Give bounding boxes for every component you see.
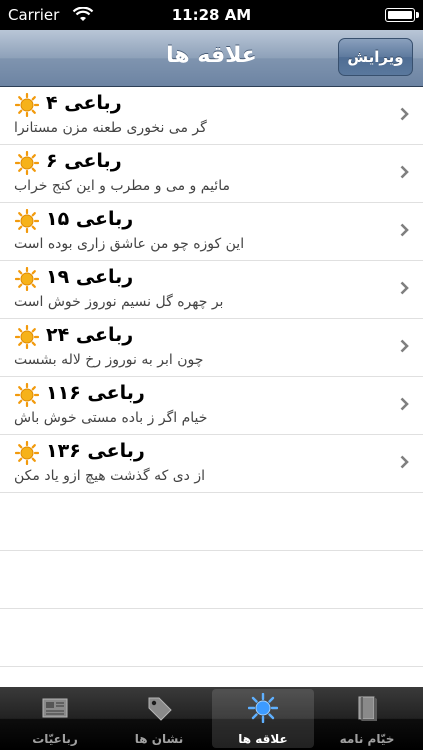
tab-label: خیّام نامه — [339, 732, 395, 746]
nav-bar: علاقه ها ویرایش — [0, 30, 423, 87]
row-subtitle: چون ابر به نوروز رخ لاله بشست — [14, 352, 204, 368]
row-title: رباعی ۲۴ — [46, 324, 134, 346]
edit-button[interactable]: ویرایش — [338, 38, 413, 76]
chevron-right-icon — [400, 107, 409, 121]
list-item[interactable]: رباعی ۴ گر می نخوری طعنه مزن مستانرا — [0, 87, 423, 145]
sun-icon — [15, 209, 39, 233]
battery-icon — [385, 8, 419, 22]
chevron-right-icon — [400, 455, 409, 469]
status-bar: Carrier 11:28 AM — [0, 0, 423, 30]
list-item[interactable]: رباعی ۱۹ بر چهره گل نسیم نوروز خوش است — [0, 261, 423, 319]
list-item[interactable]: رباعی ۱۱۶ خیام اگر ز باده مستی خوش باش — [0, 377, 423, 435]
row-subtitle: بر چهره گل نسیم نوروز خوش است — [14, 294, 224, 310]
sun-icon — [15, 441, 39, 465]
newspaper-icon — [42, 698, 68, 718]
tab-favorites[interactable]: علاقه ها — [212, 689, 314, 748]
list-item[interactable]: رباعی ۱۵ این کوزه چو من عاشق زاری بوده ا… — [0, 203, 423, 261]
tab-khayyam-nameh[interactable]: خیّام نامه — [316, 689, 418, 748]
favorites-list: رباعی ۴ گر می نخوری طعنه مزن مستانرا ربا… — [0, 87, 423, 687]
tab-bar: رباعیّات نشان ها علاقه ها خیّام نامه — [0, 687, 423, 750]
sun-icon — [15, 383, 39, 407]
clock: 11:28 AM — [171, 6, 252, 24]
row-title: رباعی ۱۳۶ — [46, 440, 145, 462]
tag-icon — [148, 697, 172, 721]
chevron-right-icon — [400, 165, 409, 179]
tab-bookmarks[interactable]: نشان ها — [108, 689, 210, 748]
sun-icon — [15, 93, 39, 117]
row-title: رباعی ۶ — [46, 150, 122, 172]
sun-icon — [15, 267, 39, 291]
row-subtitle: این کوزه چو من عاشق زاری بوده است — [14, 236, 245, 252]
tab-rubaiyat[interactable]: رباعیّات — [4, 689, 106, 748]
row-subtitle: گر می نخوری طعنه مزن مستانرا — [14, 120, 207, 136]
sun-icon — [15, 325, 39, 349]
row-subtitle: از دی که گذشت هیچ ازو یاد مکن — [14, 468, 205, 484]
row-title: رباعی ۱۱۶ — [46, 382, 145, 404]
sun-icon — [15, 151, 39, 175]
chevron-right-icon — [400, 339, 409, 353]
chevron-right-icon — [400, 397, 409, 411]
list-item[interactable]: رباعی ۱۳۶ از دی که گذشت هیچ ازو یاد مکن — [0, 435, 423, 493]
book-icon — [358, 696, 377, 721]
list-item[interactable]: رباعی ۶ مائیم و می و مطرب و این کنج خراب — [0, 145, 423, 203]
row-subtitle: خیام اگر ز باده مستی خوش باش — [14, 410, 208, 426]
row-title: رباعی ۱۹ — [46, 266, 134, 288]
sun-icon — [248, 693, 278, 723]
tab-label: نشان ها — [134, 732, 184, 746]
chevron-right-icon — [400, 223, 409, 237]
row-subtitle: مائیم و می و مطرب و این کنج خراب — [14, 178, 230, 194]
chevron-right-icon — [400, 281, 409, 295]
tab-label: علاقه ها — [238, 732, 288, 746]
row-title: رباعی ۴ — [46, 92, 122, 114]
tab-label: رباعیّات — [32, 732, 78, 746]
list-item[interactable]: رباعی ۲۴ چون ابر به نوروز رخ لاله بشست — [0, 319, 423, 377]
row-title: رباعی ۱۵ — [46, 208, 134, 230]
